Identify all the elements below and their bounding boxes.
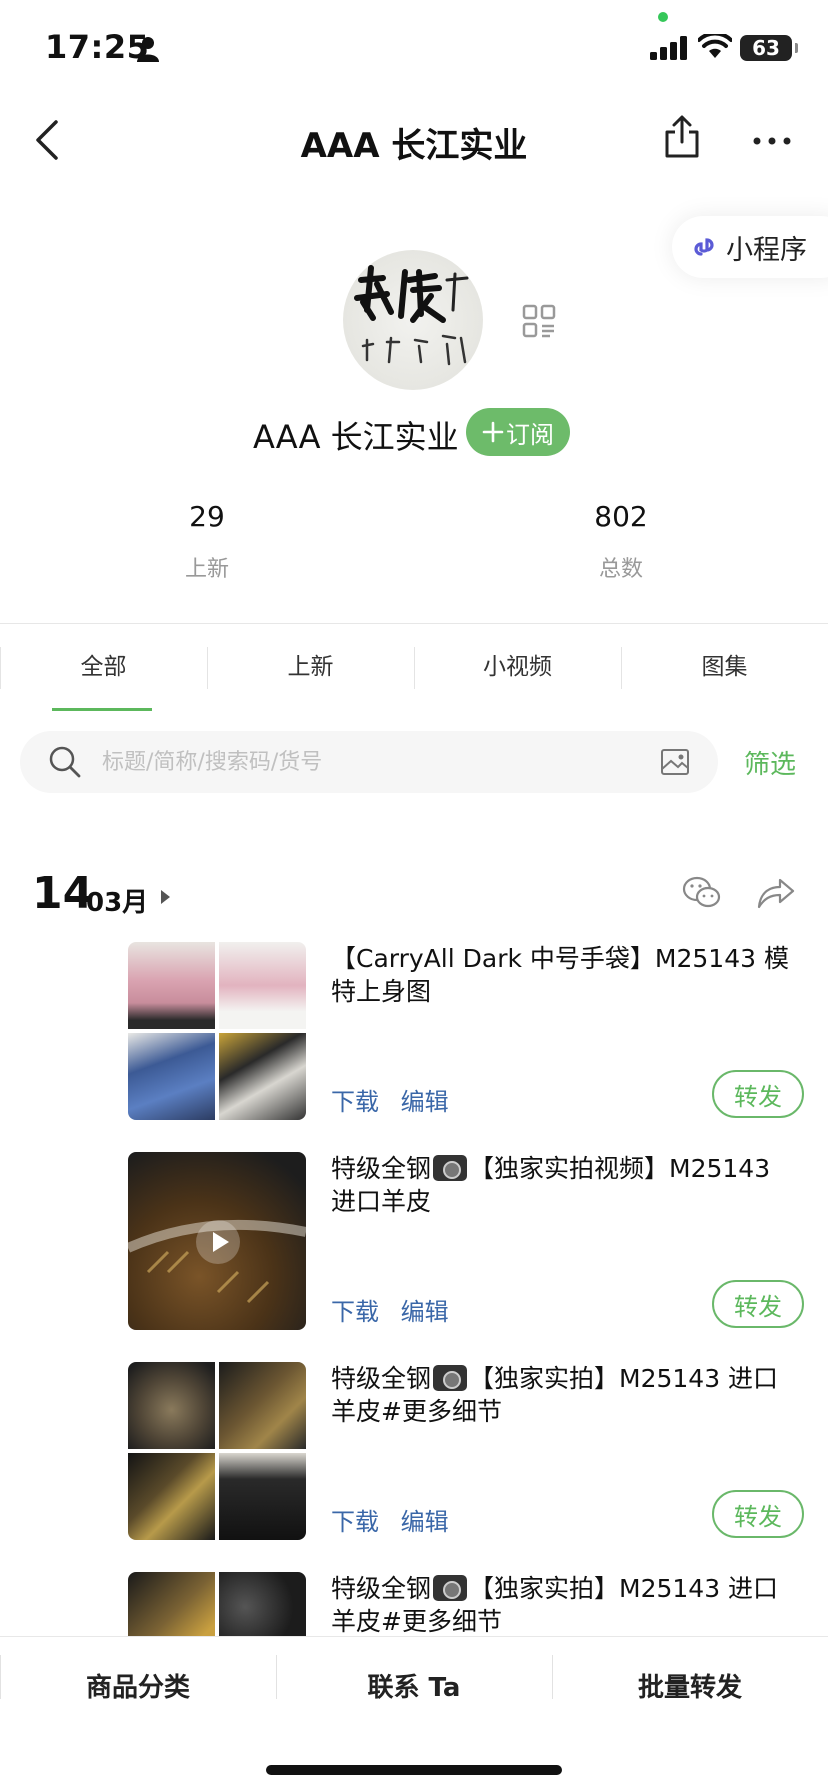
forward-icon[interactable] [756,876,796,910]
edit-link[interactable]: 编辑 [401,1298,449,1326]
divider [0,623,828,624]
download-link[interactable]: 下载 [331,1508,379,1536]
date-month: 03月 [86,888,149,918]
post-item[interactable]: 特级全钢 【独家实拍视频】M25143 进口羊皮 下载 编辑 转发 [128,1152,808,1332]
camera-icon [433,1155,468,1181]
link-icon [694,238,714,256]
person-icon [137,37,159,62]
stat-total-label: 总数 [598,557,643,582]
download-link[interactable]: 下载 [331,1088,379,1116]
tab-gallery[interactable]: 图集 [621,645,828,705]
subscribe-button[interactable]: 订阅 [466,408,570,456]
post-title-prefix: 特级全钢 [331,1154,432,1183]
qr-code-icon[interactable] [522,304,556,338]
date-day: 14 [32,868,94,919]
calligraphy-avatar-image [354,265,469,366]
wechat-icon[interactable] [682,876,722,910]
share-icon[interactable] [662,114,702,158]
stat-total-value: 802 [594,500,648,533]
post-item[interactable]: 特级全钢 【独家实拍】M25143 进口羊皮#更多细节 下载 编辑 转发 [128,1362,808,1542]
post-title-prefix: 特级全钢 [331,1574,432,1603]
stat-new-value: 29 [189,500,225,533]
camera-icon [433,1365,468,1391]
tab-bar: 全部 上新 小视频 图集 [0,645,828,705]
post-item[interactable]: 【CarryAll Dark 中号手袋】M25143 模特上身图 下载 编辑 转… [128,942,808,1122]
more-icon[interactable] [752,136,792,146]
post-thumbnail[interactable] [128,1362,306,1540]
post-title: 特级全钢 【独家实拍】M25143 进口羊皮#更多细节 [331,1362,801,1428]
repost-button[interactable]: 转发 [712,1280,804,1328]
edit-link[interactable]: 编辑 [401,1508,449,1536]
filter-button[interactable]: 筛选 [744,744,796,781]
signal-icon [650,36,687,60]
nav-bar: AAA 长江实业 [0,90,828,190]
stat-new-label: 上新 [184,557,229,582]
post-title: 【CarryAll Dark 中号手袋】M25143 模特上身图 [331,944,789,1006]
stat-new: 29 上新 [107,500,307,583]
video-thumbnail[interactable] [128,1152,306,1330]
post-thumbnail[interactable] [128,942,306,1120]
image-search-icon[interactable] [660,747,690,777]
plus-icon [482,421,504,443]
wifi-icon [698,34,732,58]
privacy-dot [658,12,668,22]
tab-new[interactable]: 上新 [207,645,414,705]
play-icon[interactable] [196,1220,240,1264]
camera-icon [433,1575,468,1601]
post-actions: 下载 编辑 [331,1292,463,1327]
post-actions: 下载 编辑 [331,1502,463,1537]
expand-arrow-icon[interactable] [161,890,170,904]
search-input[interactable] [102,741,632,783]
search-icon [49,746,81,778]
batch-repost-button[interactable]: 批量转发 [552,1667,828,1704]
mini-program-label: 小程序 [726,234,807,266]
post-title: 特级全钢 【独家实拍视频】M25143 进口羊皮 [331,1152,801,1218]
avatar[interactable] [343,250,483,390]
search-box[interactable] [20,731,718,793]
active-tab-indicator [52,708,152,711]
mini-program-button[interactable]: 小程序 [672,216,828,278]
battery-icon: 63 [740,35,798,61]
tab-short-video[interactable]: 小视频 [414,645,621,705]
categories-button[interactable]: 商品分类 [0,1667,276,1704]
repost-button[interactable]: 转发 [712,1070,804,1118]
post-title: 特级全钢 【独家实拍】M25143 进口羊皮#更多细节 [331,1572,801,1638]
status-bar: 17:25 63 [0,0,828,90]
page-title: AAA 长江实业 [300,126,528,166]
subscribe-label: 订阅 [506,420,554,449]
edit-link[interactable]: 编辑 [401,1088,449,1116]
stat-total: 802 总数 [521,500,721,583]
post-actions: 下载 编辑 [331,1082,463,1117]
tab-all[interactable]: 全部 [0,645,207,705]
profile-name: AAA 长江实业 [253,418,459,456]
contact-button[interactable]: 联系 Ta [276,1667,552,1704]
post-title-prefix: 特级全钢 [331,1364,432,1393]
repost-button[interactable]: 转发 [712,1490,804,1538]
home-indicator [266,1765,562,1775]
status-time: 17:25 [45,28,150,66]
download-link[interactable]: 下载 [331,1298,379,1326]
